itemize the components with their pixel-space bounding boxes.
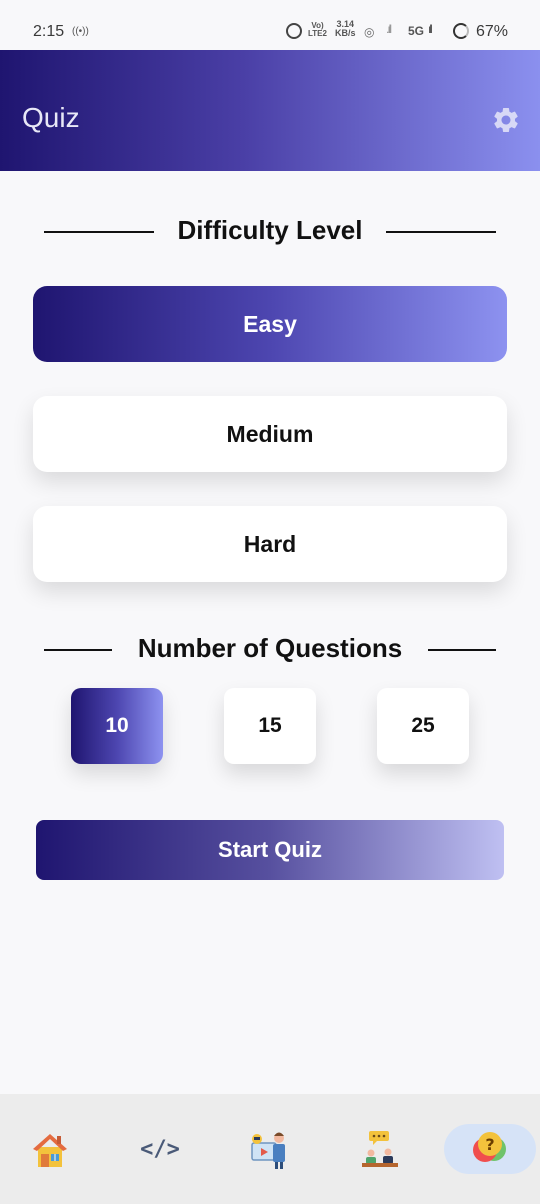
status-bar: 2:15 ((•)) Vo) LTE2 3.14 KB/s ◎ .ıll 5G …: [0, 0, 540, 50]
app-title: Quiz: [22, 102, 80, 133]
hotspot-icon: ◎: [364, 25, 375, 39]
nav-quiz[interactable]: ?: [444, 1124, 536, 1174]
quiz-icon: ?: [473, 1132, 506, 1162]
difficulty-hard-button[interactable]: Hard: [33, 506, 507, 582]
volte-bottom: LTE2: [308, 29, 327, 38]
network-speed: 3.14 KB/s: [335, 20, 356, 38]
questions-15-button[interactable]: 15: [224, 688, 316, 764]
gear-icon[interactable]: [491, 105, 521, 135]
questions-25-button[interactable]: 25: [377, 688, 469, 764]
difficulty-medium-button[interactable]: Medium: [33, 396, 507, 472]
discussion-icon: [362, 1131, 398, 1167]
radio-icon: ((•)): [72, 26, 89, 37]
teacher-icon: [251, 1132, 285, 1169]
nav-discussion[interactable]: [334, 1124, 426, 1174]
nav-teacher[interactable]: [224, 1124, 316, 1174]
volte-indicator: Vo) LTE2: [308, 22, 327, 38]
signal-icon: .ıll: [386, 22, 392, 36]
start-quiz-button[interactable]: Start Quiz: [36, 820, 504, 880]
status-time: 2:15: [33, 23, 65, 40]
battery-icon: [453, 23, 469, 39]
alarm-icon: [286, 23, 302, 39]
difficulty-easy-button[interactable]: Easy: [33, 286, 507, 362]
svg-text:?: ?: [485, 1135, 494, 1154]
app-bar: Quiz: [0, 50, 540, 171]
home-icon: [33, 1134, 67, 1167]
speed-unit: KB/s: [335, 28, 356, 38]
signal-icon-2: ıll: [428, 22, 432, 36]
questions-10-button[interactable]: 10: [71, 688, 163, 764]
divider-right: [386, 231, 496, 233]
bottom-navigation: </> ?: [0, 1094, 540, 1204]
network-type: 5G: [408, 24, 425, 38]
nav-home[interactable]: [4, 1124, 96, 1174]
battery-percent: 67%: [476, 23, 509, 40]
nav-code[interactable]: </>: [114, 1124, 206, 1174]
divider-right-2: [428, 649, 496, 651]
code-icon: </>: [140, 1136, 180, 1162]
